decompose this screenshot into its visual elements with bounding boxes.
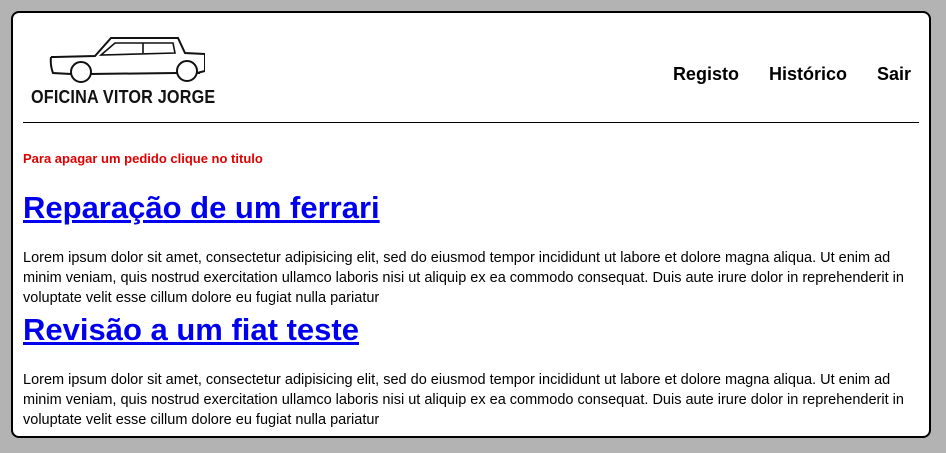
car-icon — [49, 37, 205, 83]
delete-instruction: Para apagar um pedido clique no titulo — [23, 151, 263, 166]
main-nav: Registo Histórico Sair — [673, 64, 911, 85]
request-description: Lorem ipsum dolor sit amet, consectetur … — [23, 250, 904, 306]
header-divider — [23, 122, 919, 123]
request-title-link[interactable]: Reparação de um ferrari — [23, 191, 380, 225]
request-title-link[interactable]: Revisão a um fiat teste — [23, 313, 359, 347]
request-description: Lorem ipsum dolor sit amet, consectetur … — [23, 372, 904, 428]
nav-registo-link[interactable]: Registo — [673, 64, 739, 85]
nav-sair-link[interactable]: Sair — [877, 64, 911, 85]
main-card: OFICINA VITOR JORGE Registo Histórico Sa… — [11, 11, 931, 438]
nav-historico-link[interactable]: Histórico — [769, 64, 847, 85]
request-item: Revisão a um fiat teste Lorem ipsum dolo… — [23, 313, 913, 430]
request-item: Reparação de um ferrari Lorem ipsum dolo… — [23, 191, 913, 308]
logo-text: OFICINA VITOR JORGE — [31, 87, 216, 107]
logo[interactable]: OFICINA VITOR JORGE — [31, 35, 231, 115]
